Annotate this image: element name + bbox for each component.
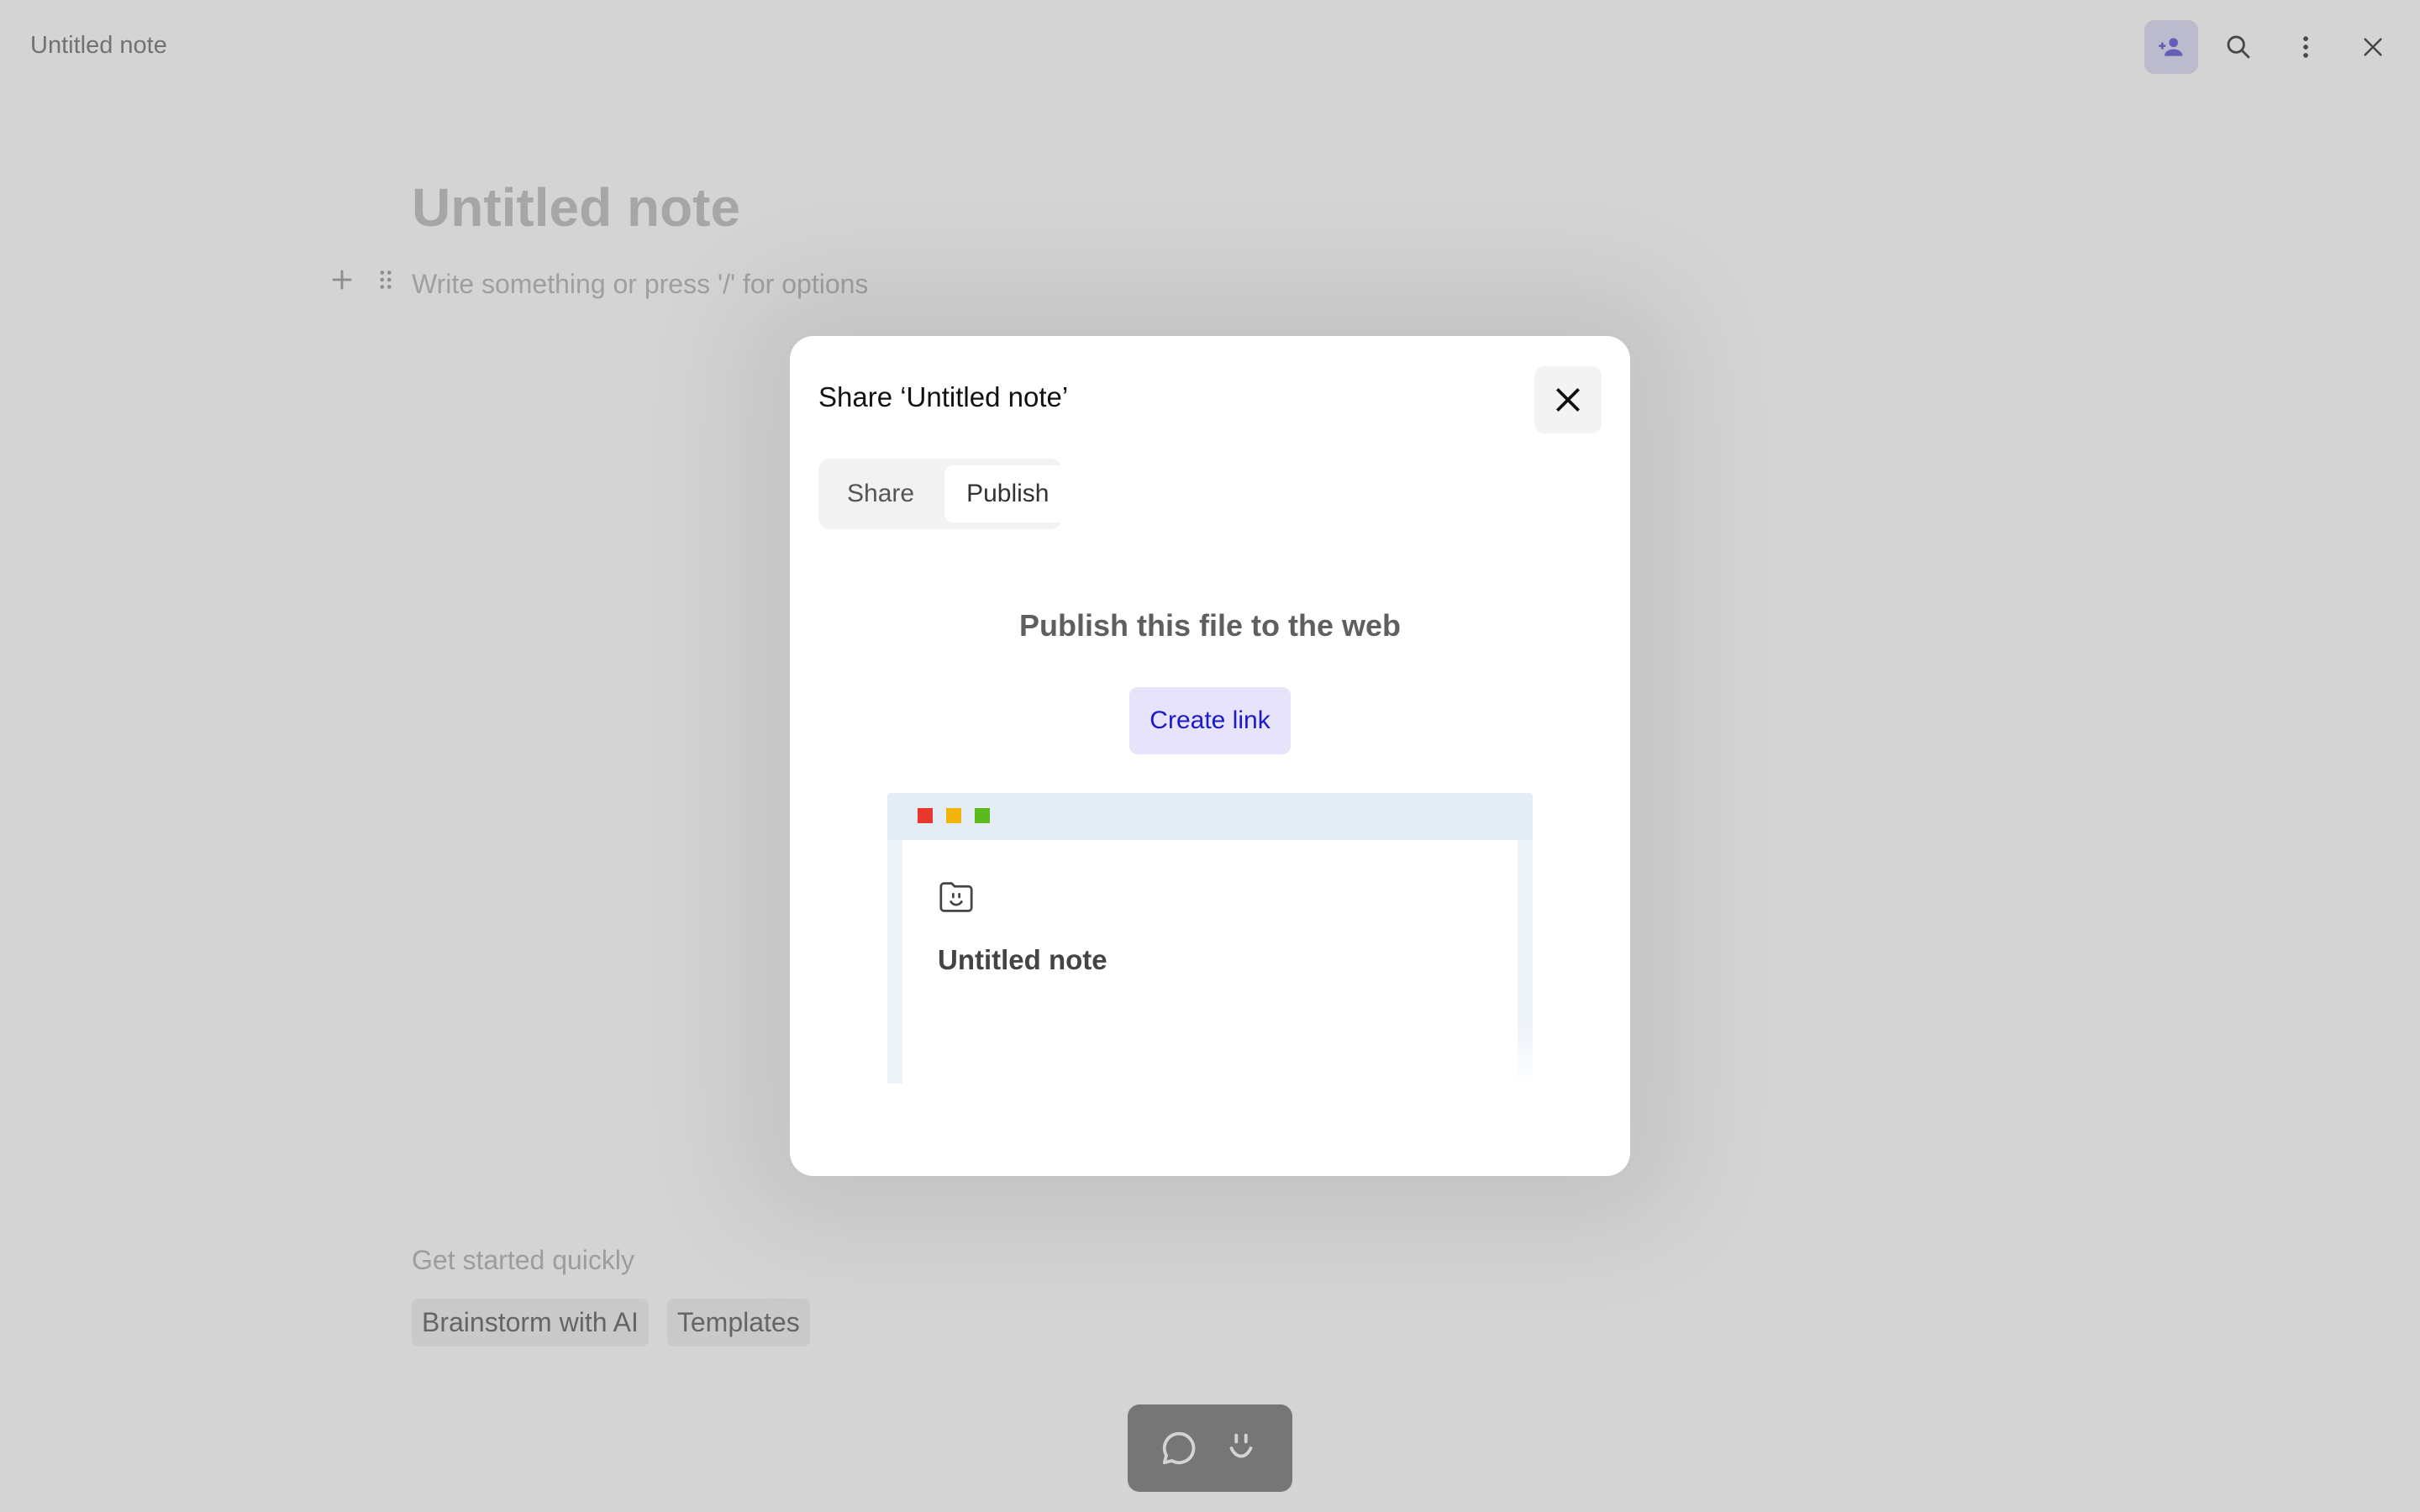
preview-dot-green [975,808,990,823]
publish-heading: Publish this file to the web [1018,608,1402,643]
tab-share[interactable]: Share [825,465,936,522]
preview-page: Untitled note [887,840,1548,1089]
publish-preview: Untitled note [887,793,1548,1089]
preview-dot-red [918,808,933,823]
tab-publish[interactable]: Publish [944,465,1071,522]
preview-dot-yellow [946,808,961,823]
share-dialog: Share ‘Untitled note’ Share Publish Publ… [790,336,1630,1176]
create-link-button[interactable]: Create link [1129,687,1291,754]
close-icon [1555,387,1581,412]
dialog-title: Share ‘Untitled note’ [818,381,1069,412]
preview-browser-bar [887,793,1533,840]
dialog-close-button[interactable] [1534,366,1602,433]
preview-fade [902,1021,1548,1089]
folder-smile-icon [939,882,973,912]
preview-title: Untitled note [938,944,1107,975]
share-tabs: Share Publish [818,459,1071,529]
